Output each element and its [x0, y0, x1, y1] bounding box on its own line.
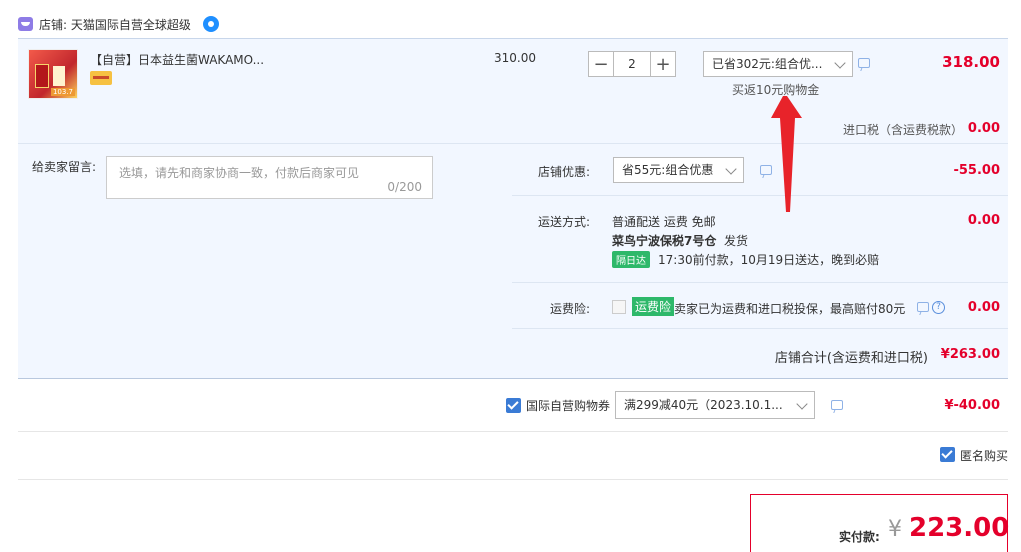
shop-promo-label: 店铺优惠:	[538, 165, 591, 179]
rebate-text: 买返10元购物金	[732, 83, 820, 97]
bottle-graphic	[35, 64, 49, 88]
order-details: 给卖家留言: 选填，请先和商家协商一致，付款后商家可见 0/200 店铺优惠: …	[18, 143, 1008, 379]
bottle-graphic-2	[53, 66, 65, 86]
chevron-down-icon	[834, 57, 846, 69]
insurance-checkbox[interactable]	[612, 300, 626, 314]
anonymous-checkbox[interactable]	[940, 447, 955, 462]
chat-icon[interactable]	[858, 58, 870, 68]
insurance-tag: 运费险	[632, 297, 675, 316]
product-thumbnail[interactable]: 103.7	[28, 49, 78, 99]
quantity-decrease-button[interactable]: −	[588, 51, 614, 77]
shop-promo-row: 店铺优惠: 省55元:组合优惠 -55.00	[512, 144, 1008, 196]
insurance-text: 卖家已为运费和进口税投保，最高赔付80元	[674, 302, 906, 316]
coupon-checkbox[interactable]	[506, 398, 521, 413]
coupon-row: 国际自营购物券 满299减40元（2023.10.1... ¥-40.00	[18, 380, 1008, 432]
thumb-badge: 103.7	[50, 88, 75, 96]
import-tax-label: 进口税（含运费税款）	[843, 123, 964, 137]
message-label: 给卖家留言:	[32, 160, 97, 174]
chat-icon[interactable]	[917, 302, 929, 312]
shop-icon	[18, 17, 33, 31]
delivery-promise: 17:30前付款，10月19日送达，晚到必赔	[658, 253, 880, 267]
order-item: 103.7 【自营】日本益生菌WAKAMO... 310.00 − 2 + 已省…	[18, 38, 1008, 143]
anonymous-label: 匿名购买	[959, 449, 1008, 463]
shop-promo-value: -55.00	[953, 163, 1000, 178]
unit-price: 310.00	[494, 51, 536, 65]
shipping-label: 运送方式:	[538, 215, 591, 229]
card-icon	[90, 71, 112, 85]
anonymous-row: 匿名购买	[18, 432, 1008, 480]
chat-icon[interactable]	[760, 165, 772, 175]
coupon-select[interactable]: 满299减40元（2023.10.1...	[615, 391, 815, 419]
item-promo-selected: 已省302元:组合优...	[712, 57, 823, 71]
help-icon[interactable]: ?	[932, 301, 945, 314]
shipping-value: 0.00	[967, 213, 1000, 228]
quantity-stepper: − 2 +	[588, 51, 676, 77]
dispatch-text: 发货	[724, 234, 749, 248]
chat-icon[interactable]	[831, 400, 843, 410]
payment-label: 实付款:	[839, 530, 880, 544]
nextday-badge: 隔日达	[612, 251, 650, 268]
chevron-down-icon	[725, 163, 737, 175]
shipping-warehouse-line: 菜鸟宁波保税7号仓 发货	[612, 232, 748, 249]
shop-total-label: 店铺合计(含运费和进口税)	[774, 351, 928, 366]
coupon-value: ¥-40.00	[944, 398, 1000, 413]
quantity-increase-button[interactable]: +	[650, 51, 676, 77]
shop-total-value: ¥263.00	[940, 347, 1000, 362]
payment-summary: 实付款: ¥ 223.00	[750, 494, 1010, 552]
payment-amount: 223.00	[909, 513, 1010, 543]
coupon-selected: 满299减40元（2023.10.1...	[624, 398, 783, 412]
insurance-value: 0.00	[967, 300, 1000, 315]
item-promo-select[interactable]: 已省302元:组合优...	[703, 51, 853, 77]
shop-name[interactable]: 店铺: 天猫国际自营全球超级	[39, 16, 191, 33]
product-title[interactable]: 【自营】日本益生菌WAKAMO...	[90, 51, 264, 68]
import-tax-value: 0.00	[967, 121, 1000, 136]
coupon-label: 国际自营购物券	[526, 399, 611, 413]
item-total: 318.00	[942, 53, 1000, 71]
wangwang-icon[interactable]	[202, 16, 219, 32]
shipping-row: 运送方式: 普通配送 运费 免邮 菜鸟宁波保税7号仓 发货 隔日达 17:30前付…	[512, 196, 1008, 283]
shop-promo-selected: 省55元:组合优惠	[622, 163, 714, 177]
chevron-down-icon	[796, 398, 808, 410]
message-char-count: 0/200	[387, 180, 422, 194]
insurance-label: 运费险:	[550, 302, 591, 316]
shop-promo-select[interactable]: 省55元:组合优惠	[613, 157, 744, 183]
delivery-line: 隔日达 17:30前付款，10月19日送达，晚到必赔	[612, 251, 879, 268]
order-options: 店铺优惠: 省55元:组合优惠 -55.00 运送方式: 普通配送 运费 免邮 …	[512, 144, 1008, 329]
quantity-input[interactable]: 2	[614, 51, 650, 77]
warehouse-name: 菜鸟宁波保税7号仓	[612, 234, 717, 248]
shipping-method: 普通配送 运费 免邮	[612, 215, 716, 229]
shop-header: 店铺: 天猫国际自营全球超级	[18, 12, 219, 36]
message-placeholder: 选填，请先和商家协商一致，付款后商家可见	[119, 166, 360, 180]
seller-message-input[interactable]: 选填，请先和商家协商一致，付款后商家可见 0/200	[106, 156, 433, 199]
payment-currency: ¥	[888, 517, 902, 542]
insurance-row: 运费险: 运费险 卖家已为运费和进口税投保，最高赔付80元 ? 0.00	[512, 283, 1008, 329]
